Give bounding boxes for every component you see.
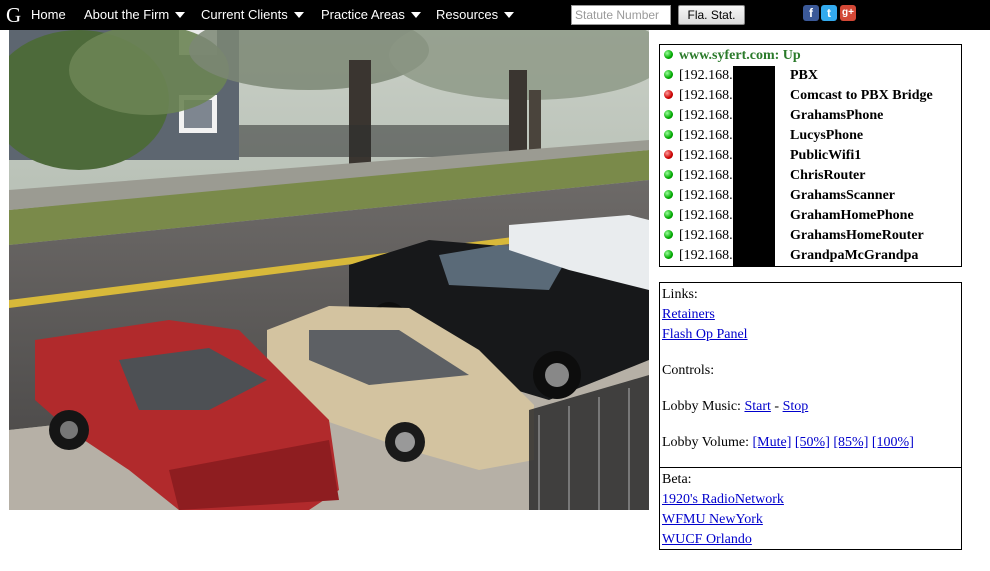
redaction-block [732, 186, 775, 206]
twitter-icon[interactable]: t [821, 5, 837, 21]
status-up-icon [664, 190, 673, 200]
nav-clients-label: Current Clients [201, 7, 288, 22]
redaction-block [732, 206, 775, 226]
top-nav-bar: G Home About the Firm Current Clients Pr… [0, 0, 990, 30]
music-stop-link[interactable]: Stop [783, 399, 809, 414]
nav-home-label: Home [31, 7, 66, 22]
chevron-down-icon [293, 11, 304, 18]
site-status-row: www.syfert.com: Up [664, 46, 961, 66]
device-name: ChrisRouter [790, 168, 866, 183]
device-ip: [192.168. [679, 128, 733, 143]
status-up-icon [664, 50, 673, 60]
volume-85-link[interactable]: [85%] [833, 435, 868, 450]
status-up-icon [664, 170, 673, 180]
lobby-music-label: Lobby Music: [662, 399, 741, 414]
flash-op-panel-link[interactable]: Flash Op Panel [662, 327, 748, 342]
device-name: GrahamHomePhone [790, 208, 914, 223]
street-camera-feed [9, 30, 649, 510]
music-separator: - [774, 399, 780, 414]
device-ip: [192.168. [679, 188, 733, 203]
nav-current-clients[interactable]: Current Clients [201, 0, 304, 30]
statute-number-input[interactable] [571, 5, 671, 25]
nav-resources-label: Resources [436, 7, 499, 22]
redaction-block [732, 86, 775, 106]
lobby-volume-controls: Lobby Volume: [Mute] [50%] [85%] [100%] [662, 433, 961, 453]
status-up-icon [664, 130, 673, 140]
device-status-row: [192.168. LucysPhone [664, 126, 961, 146]
status-up-icon [664, 110, 673, 120]
device-ip: [192.168. [679, 68, 733, 83]
chevron-down-icon [410, 11, 421, 18]
redaction-block [732, 166, 775, 186]
redaction-block [732, 126, 775, 146]
device-name: GrahamsHomeRouter [790, 228, 924, 243]
nav-about-the-firm[interactable]: About the Firm [84, 0, 186, 30]
device-status-row: [192.168. Comcast to PBX Bridge [664, 86, 961, 106]
device-status-row: [192.168. GrahamsHomeRouter [664, 226, 961, 246]
stream-wfmu-newyork-link[interactable]: WFMU NewYork [662, 512, 763, 527]
links-heading: Links: [662, 287, 698, 302]
redaction-block [732, 246, 775, 266]
nav-home[interactable]: Home [31, 0, 66, 30]
facebook-icon[interactable]: f [803, 5, 819, 21]
stream-1920s-radionetwork-link[interactable]: 1920's RadioNetwork [662, 492, 784, 507]
device-ip: [192.168. [679, 88, 733, 103]
nav-about-label: About the Firm [84, 7, 170, 22]
network-status-panel: www.syfert.com: Up [192.168. PBX [192.168.… [659, 44, 962, 267]
nav-practice-areas[interactable]: Practice Areas [321, 0, 421, 30]
site-status-label: www.syfert.com: Up [679, 48, 801, 63]
status-up-icon [664, 210, 673, 220]
device-status-list: [192.168. PBX [192.168. Comcast to PBX Brid… [664, 66, 961, 266]
status-down-icon [664, 150, 673, 160]
links-controls-panel: Links: Retainers Flash Op Panel Controls… [659, 282, 962, 468]
device-name: GrahamsScanner [790, 188, 895, 203]
status-up-icon [664, 70, 673, 80]
nav-resources[interactable]: Resources [436, 0, 515, 30]
device-name: GrandpaMcGrandpa [790, 248, 919, 263]
volume-mute-link[interactable]: [Mute] [753, 435, 792, 450]
device-name: Comcast to PBX Bridge [790, 88, 933, 103]
device-status-row: [192.168. ChrisRouter [664, 166, 961, 186]
music-start-link[interactable]: Start [744, 399, 770, 414]
volume-50-link[interactable]: [50%] [795, 435, 830, 450]
device-status-row: [192.168. GrahamsScanner [664, 186, 961, 206]
volume-100-link[interactable]: [100%] [872, 435, 914, 450]
redaction-block [732, 106, 775, 126]
beta-streams-panel: Beta: 1920's RadioNetwork WFMU NewYork W… [659, 467, 962, 550]
chevron-down-icon [504, 11, 515, 18]
redaction-block [732, 66, 775, 86]
lobby-music-controls: Lobby Music: Start - Stop [662, 397, 961, 417]
device-name: PublicWifi1 [790, 148, 862, 163]
controls-heading: Controls: [662, 363, 715, 378]
device-status-row: [192.168. GrahamsPhone [664, 106, 961, 126]
device-name: PBX [790, 68, 818, 83]
device-name: GrahamsPhone [790, 108, 884, 123]
device-status-row: [192.168. GrandpaMcGrandpa [664, 246, 961, 266]
fla-stat-button[interactable]: Fla. Stat. [678, 5, 745, 25]
retainers-link[interactable]: Retainers [662, 307, 715, 322]
device-ip: [192.168. [679, 228, 733, 243]
redaction-block [732, 226, 775, 246]
redaction-block [732, 146, 775, 166]
device-ip: [192.168. [679, 208, 733, 223]
google-plus-icon[interactable]: g+ [840, 5, 856, 21]
device-ip: [192.168. [679, 108, 733, 123]
device-ip: [192.168. [679, 168, 733, 183]
status-down-icon [664, 90, 673, 100]
stream-wucf-orlando-link[interactable]: WUCF Orlando [662, 532, 752, 547]
beta-heading: Beta: [662, 472, 692, 487]
device-ip: [192.168. [679, 248, 733, 263]
status-up-icon [664, 230, 673, 240]
device-ip: [192.168. [679, 148, 733, 163]
device-status-row: [192.168. PublicWifi1 [664, 146, 961, 166]
nav-practice-label: Practice Areas [321, 7, 405, 22]
chevron-down-icon [175, 11, 186, 18]
site-logo[interactable]: G [6, 3, 21, 27]
device-name: LucysPhone [790, 128, 864, 143]
device-status-row: [192.168. PBX [664, 66, 961, 86]
status-up-icon [664, 250, 673, 260]
lobby-volume-label: Lobby Volume: [662, 435, 749, 450]
device-status-row: [192.168. GrahamHomePhone [664, 206, 961, 226]
